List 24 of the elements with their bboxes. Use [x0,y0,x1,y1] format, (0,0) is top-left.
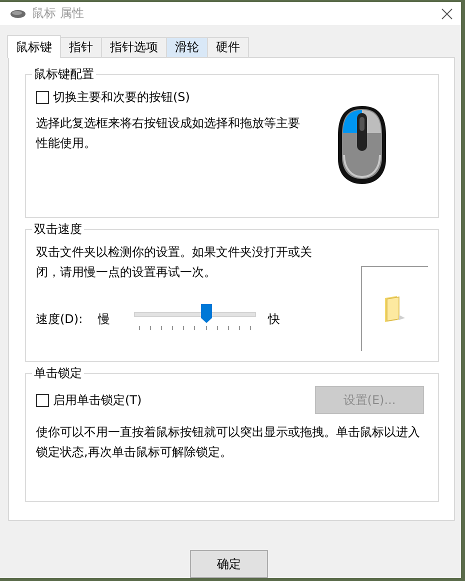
description-text: 选择此复选框来将右按钮设成如选择和拖放等主要性能使用。 [36,115,301,152]
description-text: 使你可以不用一直按着鼠标按钮就可以突出显示或拖拽。单击鼠标以进入锁定状态,再次单击鼠标可解除锁定。 [36,424,421,461]
speed-label: 速度(D): [36,310,84,328]
close-icon[interactable] [441,8,453,20]
tab[interactable]: 滑轮 [166,37,208,57]
group-title: 鼠标键配置 [32,67,96,81]
tab[interactable]: 硬件 [207,37,249,57]
checkbox[interactable] [36,394,49,406]
mouse-icon [10,8,26,18]
test-area[interactable] [361,266,428,351]
group-title: 双击速度 [32,222,84,236]
description-text: 双击文件夹以检测你的设置。如果文件夹没打开或关闭，请用慢一点的设置再试一次。 [36,244,313,281]
mouse-icon [336,105,388,185]
checkbox-label[interactable]: 启用单击锁定(T) [53,392,142,408]
group-title: 单击锁定 [32,366,84,380]
tab[interactable]: 鼠标键 [7,35,61,58]
checkbox-label[interactable]: 切换主要和次要的按钮(S) [53,88,190,106]
ok-button[interactable]: 确定 [190,550,268,578]
fast-label: 快 [268,310,280,328]
window-title: 鼠标 属性 [32,5,85,22]
folder-icon [383,295,407,323]
slider-thumb[interactable] [201,304,212,323]
checkbox[interactable] [36,90,49,104]
slow-label: 慢 [98,310,111,328]
